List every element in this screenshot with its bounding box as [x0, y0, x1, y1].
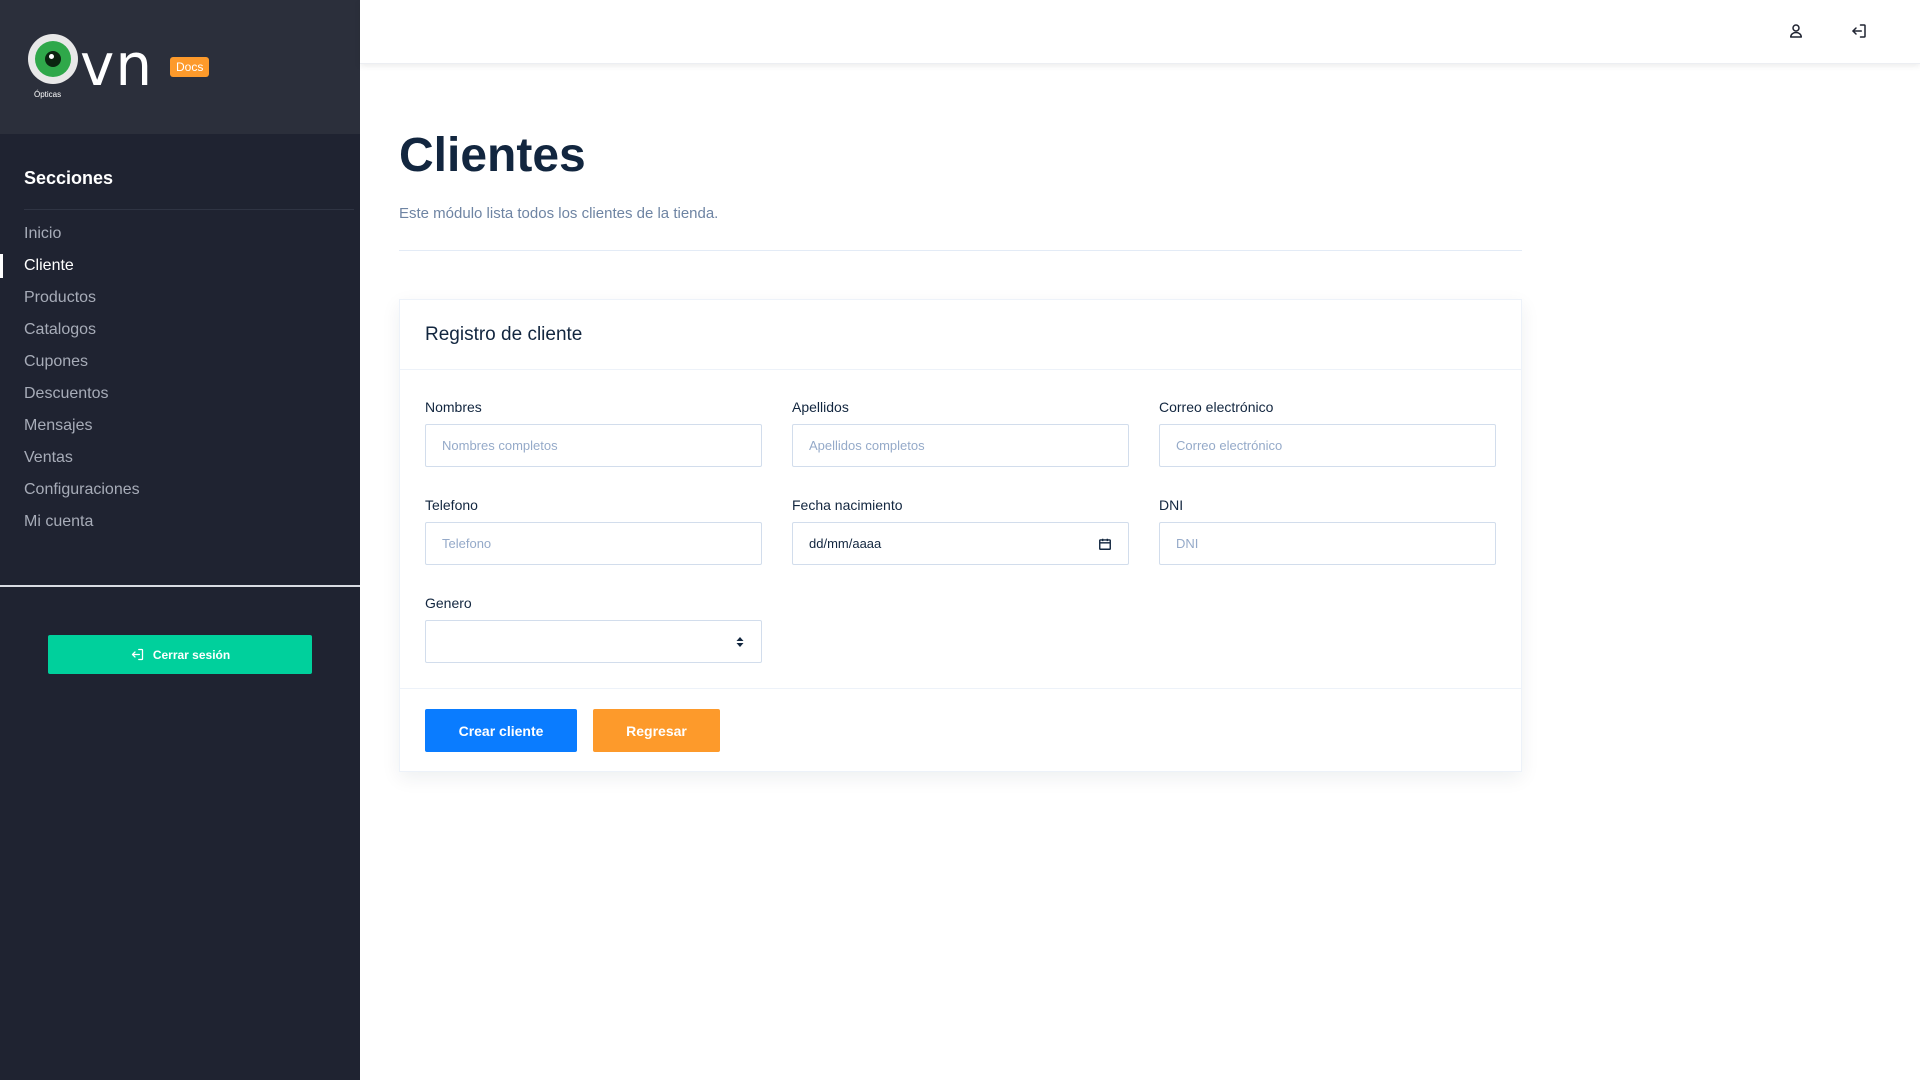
logo-text: vn	[80, 31, 154, 99]
top-header	[360, 0, 1920, 64]
sidebar-item-mi-cuenta[interactable]: Mi cuenta	[0, 510, 360, 542]
select-arrows-icon	[736, 636, 744, 647]
logout-icon	[131, 648, 143, 661]
sidebar-item-configuraciones[interactable]: Configuraciones	[0, 478, 360, 510]
docs-badge[interactable]: Docs	[170, 57, 210, 77]
sidebar-item-label: Descuentos	[24, 385, 109, 402]
page-title: Clientes	[399, 129, 586, 182]
page-divider	[399, 250, 1522, 251]
field-apellidos: Apellidos	[792, 399, 1129, 467]
create-client-button[interactable]: Crear cliente	[425, 709, 577, 752]
logo-subtext: Ópticas	[34, 90, 62, 99]
sidebar-item-label: Configuraciones	[24, 481, 140, 498]
sidebar-item-descuentos[interactable]: Descuentos	[0, 382, 360, 414]
field-correo: Correo electrónico	[1159, 399, 1496, 467]
page-subtitle: Este módulo lista todos los clientes de …	[399, 205, 719, 222]
sidebar-item-label: Inicio	[24, 225, 62, 242]
eye-logo-icon	[28, 34, 78, 84]
field-dni: DNI	[1159, 497, 1496, 565]
sidebar-item-cliente[interactable]: Cliente	[0, 254, 360, 286]
logo[interactable]: vn Ópticas	[28, 34, 158, 104]
birthdate-value: dd/mm/aaaa	[809, 536, 882, 551]
genero-label: Genero	[425, 595, 472, 611]
sidebar-item-inicio[interactable]: Inicio	[0, 222, 360, 254]
fecha-label: Fecha nacimiento	[792, 497, 903, 513]
email-input[interactable]	[1159, 424, 1496, 467]
card-footer: Crear cliente Regresar	[400, 689, 1521, 771]
telefono-label: Telefono	[425, 497, 478, 513]
sidebar-item-mensajes[interactable]: Mensajes	[0, 414, 360, 446]
sidebar-item-label: Cliente	[24, 257, 74, 274]
sidebar-item-label: Catalogos	[24, 321, 97, 338]
sidebar-item-label: Cupones	[24, 353, 89, 370]
apellidos-label: Apellidos	[792, 399, 849, 415]
field-telefono: Telefono	[425, 497, 762, 565]
sidebar-item-label: Productos	[24, 289, 97, 306]
sidebar-item-cupones[interactable]: Cupones	[0, 350, 360, 382]
back-button[interactable]: Regresar	[593, 709, 720, 752]
nombres-label: Nombres	[425, 399, 482, 415]
field-fecha-nacimiento: Fecha nacimiento dd/mm/aaaa	[792, 497, 1129, 565]
sidebar-item-label: Mensajes	[24, 417, 93, 434]
dni-input[interactable]	[1159, 522, 1496, 565]
sidebar-section-title: Secciones	[24, 168, 114, 188]
sidebar: vn Ópticas Docs Secciones Inicio Cliente…	[0, 0, 360, 1080]
dni-label: DNI	[1159, 497, 1184, 513]
client-registration-card: Registro de cliente Nombres Apellidos Co…	[399, 299, 1522, 772]
apellidos-input[interactable]	[792, 424, 1129, 467]
card-title: Registro de cliente	[400, 300, 1521, 370]
sidebar-separator	[0, 585, 360, 587]
user-icon[interactable]	[1787, 22, 1805, 40]
birthdate-input[interactable]: dd/mm/aaaa	[792, 522, 1129, 565]
calendar-icon[interactable]	[1098, 537, 1112, 551]
sidebar-item-label: Mi cuenta	[24, 513, 94, 530]
brand-area: vn Ópticas Docs	[0, 0, 360, 134]
client-form: Nombres Apellidos Correo electrónico Tel…	[400, 370, 1521, 689]
telefono-input[interactable]	[425, 522, 762, 565]
nombres-input[interactable]	[425, 424, 762, 467]
genero-select[interactable]	[425, 620, 762, 663]
logout-button[interactable]: Cerrar sesión	[48, 635, 312, 674]
sidebar-nav: Inicio Cliente Productos Catalogos Cupon…	[0, 222, 360, 542]
logout-icon[interactable]	[1850, 22, 1868, 40]
sidebar-item-catalogos[interactable]: Catalogos	[0, 318, 360, 350]
sidebar-item-productos[interactable]: Productos	[0, 286, 360, 318]
sidebar-item-label: Ventas	[24, 449, 73, 466]
field-nombres: Nombres	[425, 399, 762, 467]
sidebar-divider	[24, 209, 354, 210]
logout-button-label: Cerrar sesión	[152, 647, 231, 662]
correo-label: Correo electrónico	[1159, 399, 1274, 415]
sidebar-item-ventas[interactable]: Ventas	[0, 446, 360, 478]
field-genero: Genero	[425, 595, 762, 663]
